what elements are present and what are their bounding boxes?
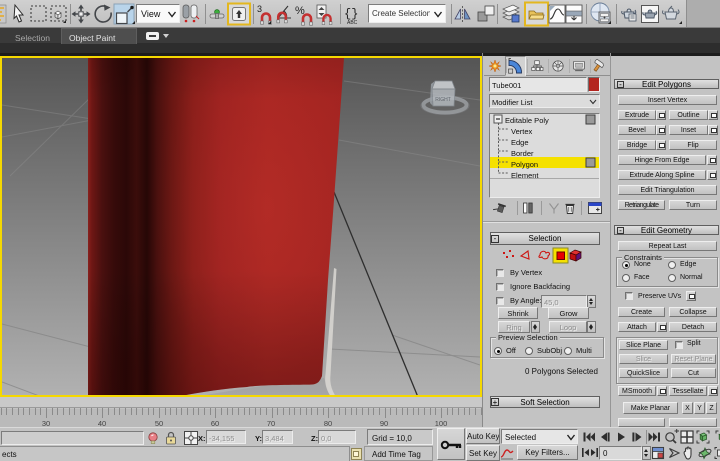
svg-text:90: 90 <box>380 419 388 427</box>
svg-text:3: 3 <box>257 4 262 14</box>
svg-text:60: 60 <box>211 419 219 427</box>
svg-text:80: 80 <box>324 419 332 427</box>
svg-text:ABC: ABC <box>347 20 358 26</box>
svg-text:{}: {} <box>344 7 358 21</box>
svg-text:40: 40 <box>98 419 106 427</box>
svg-text:30: 30 <box>42 419 50 427</box>
svg-text:RIGHT: RIGHT <box>435 97 451 103</box>
svg-text:100: 100 <box>435 419 448 427</box>
svg-text:50: 50 <box>155 419 163 427</box>
svg-text:70: 70 <box>267 419 275 427</box>
